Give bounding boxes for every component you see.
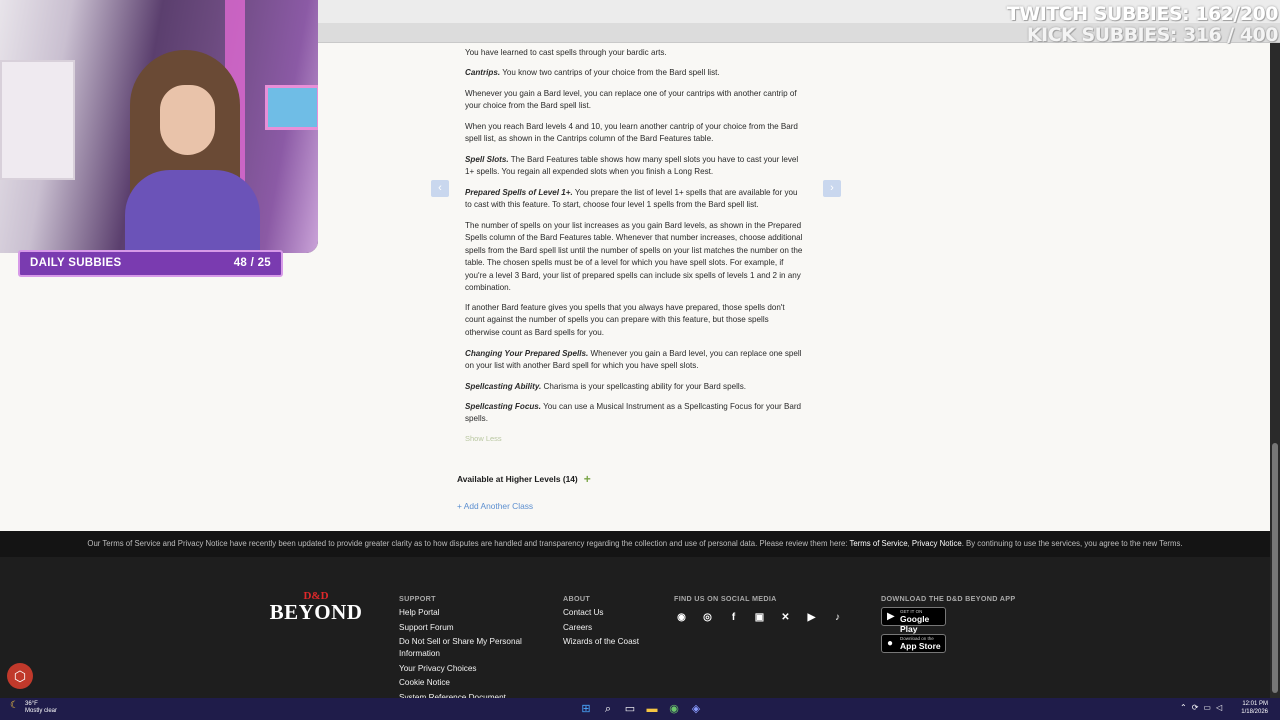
support-column: SUPPORT Help Portal Support Forum Do Not… [399, 594, 534, 706]
volume-icon[interactable]: ◁ [1216, 703, 1222, 712]
plus-icon: + [583, 472, 591, 486]
privacy-choices-link[interactable]: Your Privacy Choices [399, 663, 534, 675]
next-arrow-button[interactable]: › [823, 180, 841, 197]
clock-time: 12:01 PM [1242, 701, 1268, 707]
app-store-button[interactable]: ● Download on the App Store [881, 634, 946, 653]
daily-subbies-label: DAILY SUBBIES [30, 257, 122, 269]
streamer-body [125, 170, 260, 253]
do-not-sell-link[interactable]: Do Not Sell or Share My Personal Informa… [399, 636, 534, 660]
prev-arrow-button[interactable]: ‹ [431, 180, 449, 197]
windows-start-icon[interactable]: ⊞ [578, 701, 594, 717]
paragraph: Whenever you gain a Bard level, you can … [465, 89, 797, 111]
higher-levels-toggle[interactable]: Available at Higher Levels (14) + [457, 472, 591, 486]
subbies-goal-overlay: TWITCH SUBBIES: 162/200 KICK SUBBIES: 31… [1006, 3, 1279, 46]
chevron-up-icon[interactable]: ⌃ [1180, 703, 1187, 712]
sync-icon[interactable]: ⟳ [1192, 703, 1199, 712]
discord-icon[interactable]: ◉ [674, 610, 689, 625]
system-tray: ⌃ ⟳ ▭ ◁ [1180, 703, 1222, 712]
taskbar-apps: ⊞ ⌕ ▭ ▬ ◉ ◈ [578, 701, 704, 717]
support-heading: SUPPORT [399, 594, 436, 603]
clock-date: 1/18/2026 [1241, 709, 1268, 715]
webcam-overlay [0, 0, 318, 253]
app-heading: DOWNLOAD THE D&D BEYOND APP [881, 594, 1016, 603]
social-heading: FIND US ON SOCIAL MEDIA [674, 594, 777, 603]
weather-widget[interactable]: ☾ 36°F Mostly clear [10, 701, 57, 715]
paragraph: Spellcasting Ability. Charisma is your s… [465, 382, 746, 391]
paragraph: Spell Slots. The Bard Features table sho… [465, 155, 799, 177]
support-forum-link[interactable]: Support Forum [399, 622, 534, 634]
privacy-notice-link[interactable]: Privacy Notice [912, 539, 962, 548]
google-play-button[interactable]: ▶ GET IT ON Google Play [881, 607, 946, 634]
chevron-left-icon: ‹ [438, 182, 442, 194]
file-explorer-icon[interactable]: ▬ [644, 701, 660, 717]
google-play-label: Google Play [900, 614, 930, 634]
search-icon[interactable]: ⌕ [600, 701, 616, 717]
scrollbar-thumb[interactable] [1272, 443, 1278, 693]
contact-us-link[interactable]: Contact Us [563, 607, 663, 619]
app-store-label: App Store [900, 641, 941, 651]
dndbeyond-logo[interactable]: D&D BEYOND [266, 591, 366, 624]
google-play-icon: ▶ [887, 611, 895, 622]
logo-wordmark: BEYOND [269, 600, 363, 624]
webcam-shelf [0, 60, 75, 180]
paragraph: Spellcasting Focus. You can use a Musica… [465, 402, 802, 424]
terms-notice-text: Our Terms of Service and Privacy Notice … [87, 539, 850, 548]
d20-dice-icon[interactable]: ⬡ [7, 663, 33, 689]
apple-icon: ● [887, 638, 894, 649]
terms-of-service-link[interactable]: Terms of Service [849, 539, 907, 548]
daily-subbies-bar: DAILY SUBBIES 48 / 25 [18, 250, 283, 277]
task-view-icon[interactable]: ▭ [622, 701, 638, 717]
twitch-icon[interactable]: ▣ [752, 610, 767, 625]
weather-temp: 36°F [25, 701, 38, 707]
terms-notice-banner: Our Terms of Service and Privacy Notice … [0, 531, 1270, 557]
facebook-icon[interactable]: f [726, 610, 741, 625]
paragraph: Cantrips. You know two cantrips of your … [465, 68, 720, 77]
social-column: FIND US ON SOCIAL MEDIA [674, 594, 854, 607]
paragraph: Changing Your Prepared Spells. Whenever … [465, 349, 802, 371]
about-column: ABOUT Contact Us Careers Wizards of the … [563, 594, 663, 651]
twitch-subbies: TWITCH SUBBIES: 162/200 [1006, 3, 1279, 25]
daily-subbies-count: 48 / 25 [233, 257, 271, 269]
app-column: DOWNLOAD THE D&D BEYOND APP [881, 594, 1031, 607]
chevron-right-icon: › [830, 182, 834, 194]
paragraph: Prepared Spells of Level 1+. You prepare… [465, 188, 798, 210]
terms-notice-tail: . By continuing to use the services, you… [961, 539, 1183, 548]
streamer-face [160, 85, 215, 155]
paragraph: If another Bard feature gives you spells… [465, 303, 785, 337]
youtube-icon[interactable]: ▶ [804, 610, 819, 625]
webcam-monitor [265, 85, 318, 130]
show-less-link[interactable]: Show Less [465, 434, 502, 443]
social-icons: ◉ ◎ f ▣ ✕ ▶ ♪ [674, 610, 845, 625]
monitor-icon[interactable]: ▭ [1203, 703, 1211, 712]
page-scrollbar[interactable] [1270, 43, 1280, 698]
discord-taskbar-icon[interactable]: ◈ [688, 701, 704, 717]
help-portal-link[interactable]: Help Portal [399, 607, 534, 619]
chrome-icon[interactable]: ◉ [666, 701, 682, 717]
paragraph: When you reach Bard levels 4 and 10, you… [465, 122, 798, 144]
streamer [120, 40, 260, 253]
wizards-link[interactable]: Wizards of the Coast [563, 636, 663, 648]
x-icon[interactable]: ✕ [778, 610, 793, 625]
moon-icon: ☾ [10, 700, 19, 711]
careers-link[interactable]: Careers [563, 622, 663, 634]
cookie-notice-link[interactable]: Cookie Notice [399, 677, 534, 689]
instagram-icon[interactable]: ◎ [700, 610, 715, 625]
tiktok-icon[interactable]: ♪ [830, 610, 845, 625]
add-another-class-link[interactable]: + Add Another Class [457, 501, 533, 511]
site-footer: D&D BEYOND SUPPORT Help Portal Support F… [0, 557, 1270, 702]
windows-taskbar: ☾ 36°F Mostly clear ⊞ ⌕ ▭ ▬ ◉ ◈ ⌃ ⟳ ▭ ◁ … [0, 698, 1280, 720]
about-heading: ABOUT [563, 594, 591, 603]
paragraph: You have learned to cast spells through … [465, 48, 667, 57]
taskbar-clock[interactable]: 12:01 PM 1/18/2026 [1241, 700, 1268, 716]
kick-subbies: KICK SUBBIES: 316 / 400 [1026, 24, 1279, 46]
weather-condition: Mostly clear [25, 708, 58, 714]
paragraph: The number of spells on your list increa… [465, 221, 803, 293]
higher-levels-label: Available at Higher Levels (14) [457, 474, 578, 484]
